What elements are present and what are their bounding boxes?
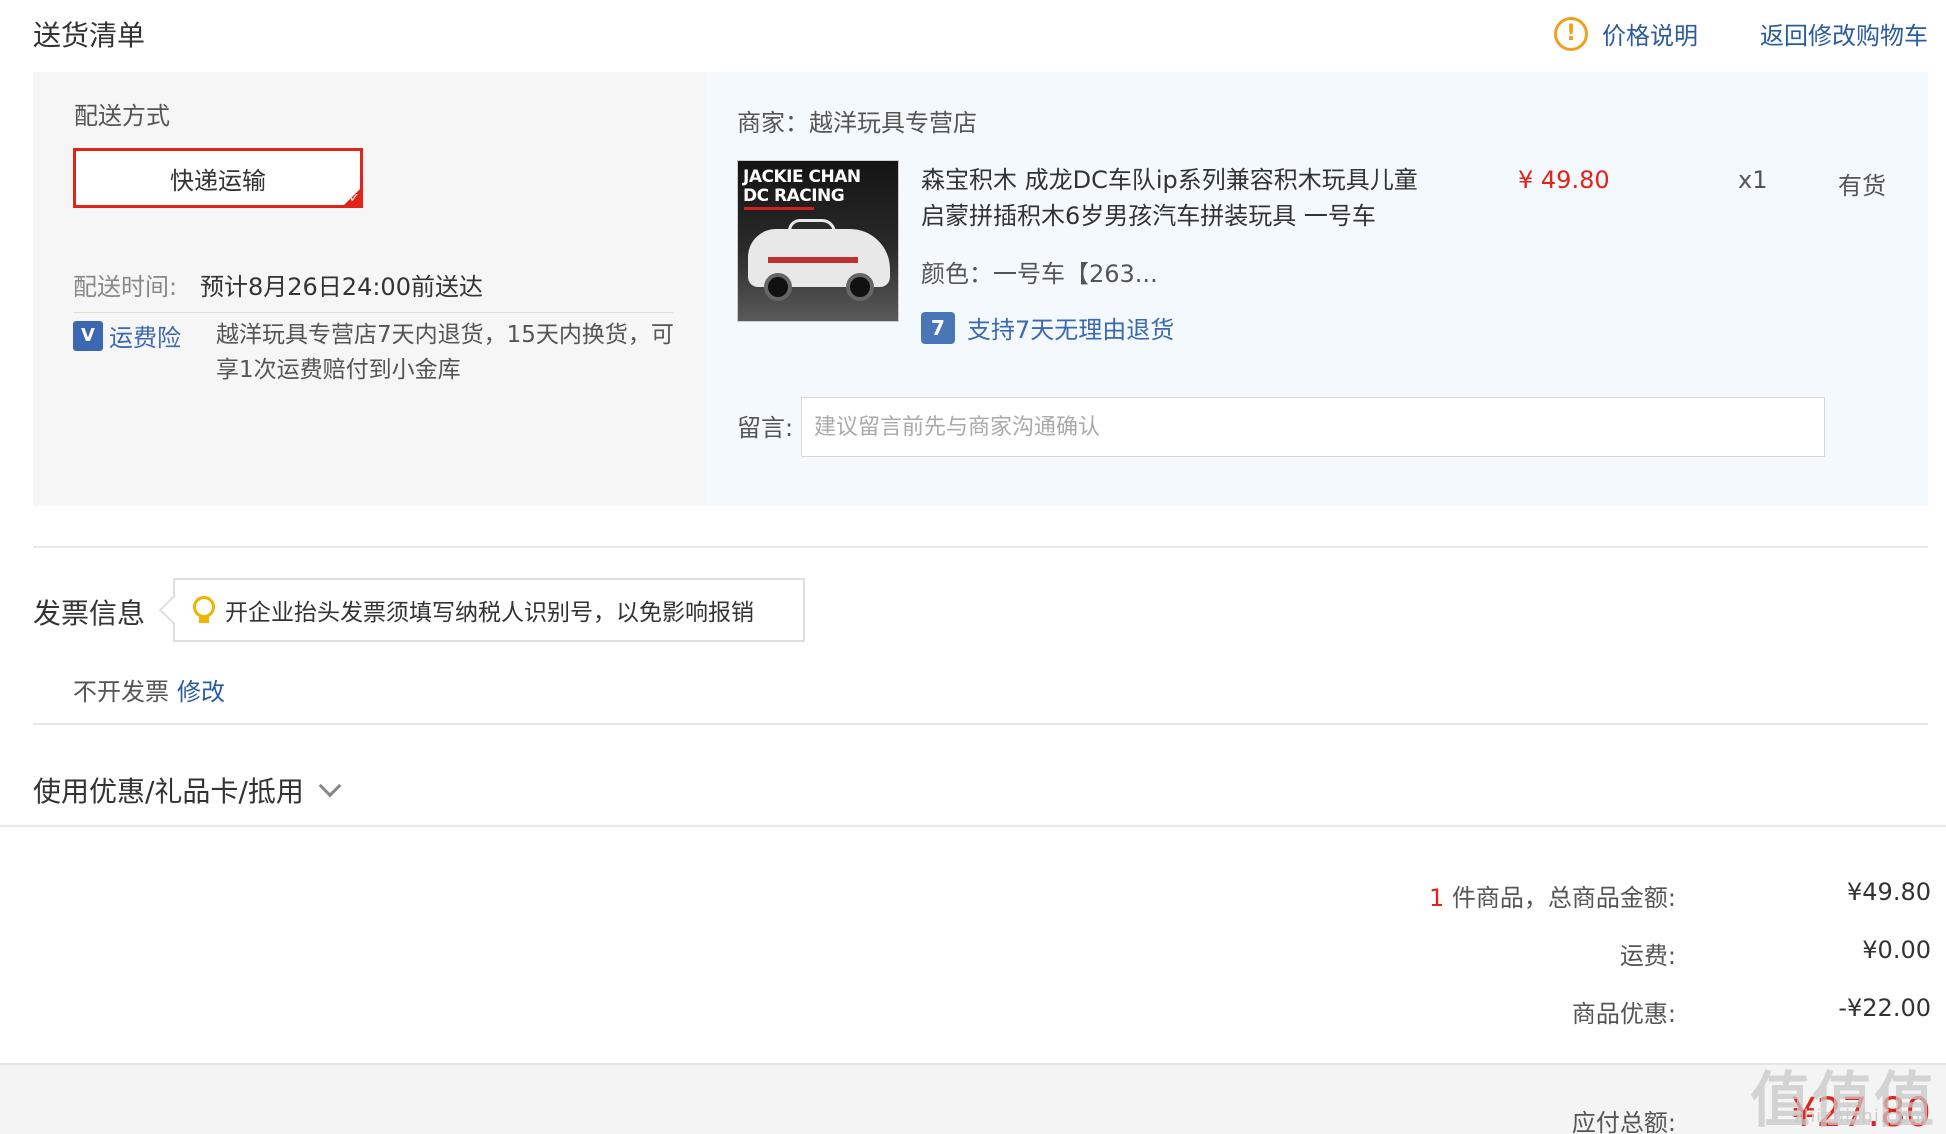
tip-arrow	[158, 595, 188, 625]
discount-label: 商品优惠:	[1571, 1000, 1676, 1028]
coupon-label: 使用优惠/礼品卡/抵用	[33, 775, 304, 808]
product-image[interactable]: JACKIE CHAN DC RACING	[737, 160, 899, 322]
stock-status: 有货	[1838, 172, 1886, 200]
price-note-label: 价格说明	[1602, 22, 1698, 50]
express-shipping-label: 快递运输	[170, 166, 266, 195]
invoice-status: 不开发票	[73, 678, 169, 706]
chevron-down-icon	[318, 774, 342, 798]
invoice-tip: 开企业抬头发票须填写纳税人识别号，以免影响报销	[158, 578, 805, 642]
shipping-insurance-label: 运费险	[109, 324, 181, 352]
total-label: 应付总额:	[1571, 1109, 1676, 1134]
product-image-text: DC RACING	[743, 186, 845, 206]
car-stripe-shape	[768, 257, 858, 263]
summary-discount-row: 商品优惠: -¥22.00	[0, 994, 1946, 1034]
invoice-edit-link[interactable]: 修改	[177, 672, 225, 707]
merchant-name: 商家：越洋玩具专营店	[737, 109, 977, 137]
shipping-insurance-badge: V 运费险	[73, 318, 181, 353]
car-wheel-shape	[846, 273, 874, 301]
product-image-accent	[744, 207, 814, 210]
shipping-insurance-desc: 越洋玩具专营店7天内退货，15天内换货，可享1次运费赔付到小金库	[216, 322, 674, 383]
section-divider	[0, 825, 1946, 827]
car-wheel-shape	[764, 273, 792, 301]
return-policy-label: 支持7天无理由退货	[967, 316, 1175, 344]
invoice-status-row: 不开发票 修改	[73, 672, 225, 707]
delivery-time-label: 配送时间:	[73, 273, 178, 301]
items-total-label: 件商品，总商品金额:	[1451, 884, 1676, 912]
item-count: 1	[1428, 884, 1445, 912]
warning-icon: !	[1554, 16, 1588, 51]
discount-value: -¥22.00	[1838, 994, 1931, 1022]
product-image-text: JACKIE CHAN	[743, 167, 861, 187]
product-quantity: x1	[1738, 166, 1768, 194]
coupon-toggle[interactable]: 使用优惠/礼品卡/抵用	[33, 770, 342, 810]
product-color: 颜色：一号车【263...	[921, 260, 1158, 288]
seven-day-return-icon: 7	[921, 311, 955, 344]
items-total-value: ¥49.80	[1847, 878, 1931, 906]
selected-check-icon: ✓	[341, 186, 363, 208]
summary-shipping-row: 运费: ¥0.00	[0, 936, 1946, 976]
product-price: ¥ 49.80	[1518, 166, 1610, 194]
message-input[interactable]	[801, 397, 1825, 457]
page-title: 送货清单	[33, 19, 146, 52]
section-divider	[33, 723, 1928, 725]
delivery-time-value: 预计8月26日24:00前送达	[200, 273, 483, 301]
message-label: 留言:	[737, 414, 794, 442]
shield-icon: V	[73, 320, 103, 351]
return-policy-badge: 7 支持7天无理由退货	[921, 310, 1174, 345]
lightbulb-icon	[193, 596, 215, 624]
invoice-tip-text: 开企业抬头发票须填写纳税人识别号，以免影响报销	[225, 600, 754, 626]
product-name-link[interactable]: 森宝积木 成龙DC车队ip系列兼容积木玩具儿童启蒙拼插积木6岁男孩汽车拼装玩具 …	[921, 162, 1421, 234]
express-shipping-option[interactable]: 快递运输 ✓	[73, 148, 363, 208]
summary-items-row: 1 件商品，总商品金额: ¥49.80	[0, 878, 1946, 918]
shipping-divider	[73, 312, 673, 313]
shipping-fee-label: 运费:	[1619, 942, 1676, 970]
invoice-title: 发票信息	[33, 597, 146, 630]
shipping-fee-value: ¥0.00	[1862, 936, 1931, 964]
back-to-cart-link[interactable]: 返回修改购物车	[1760, 16, 1928, 51]
section-divider	[33, 546, 1928, 548]
watermark-url: zhizhizhi.com	[1793, 1106, 1928, 1127]
shipping-method-label: 配送方式	[74, 102, 170, 130]
price-note-link[interactable]: ! 价格说明	[1554, 16, 1698, 51]
